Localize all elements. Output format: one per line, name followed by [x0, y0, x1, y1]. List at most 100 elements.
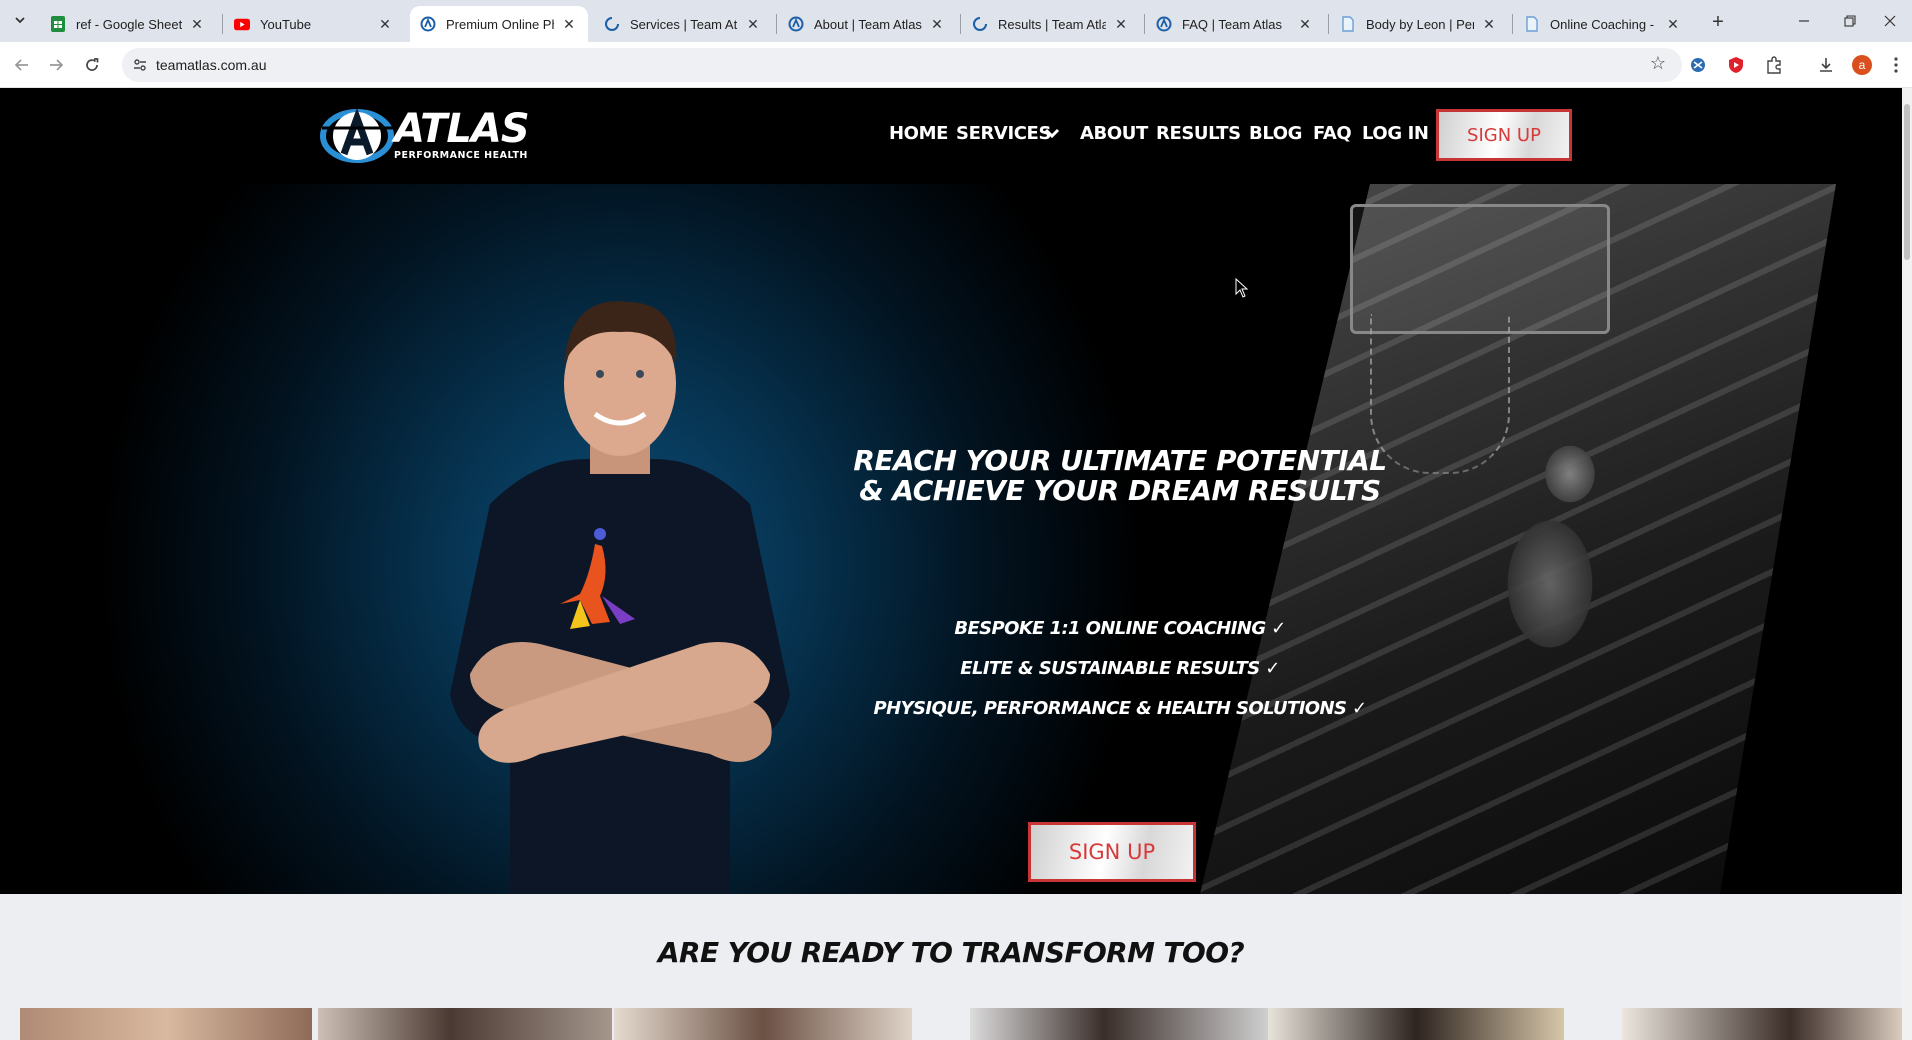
sheets-icon	[50, 16, 66, 32]
header-sign-up-button[interactable]: SIGN UP	[1436, 109, 1572, 161]
close-tab-icon[interactable]: ✕	[928, 16, 946, 33]
transformation-gallery	[0, 1008, 1902, 1040]
logo-tagline: PERFORMANCE HEALTH	[394, 149, 528, 161]
website-viewport: ATLAS PERFORMANCE HEALTH HOME SERVICES A…	[0, 88, 1902, 1040]
chevron-down-icon[interactable]	[1044, 126, 1060, 145]
tab-title: Results | Team Atlas	[998, 16, 1106, 32]
tab-about-team-atlas[interactable]: About | Team Atlas ✕	[778, 6, 956, 42]
transformation-photo[interactable]	[318, 1008, 612, 1040]
tab-divider	[1328, 14, 1329, 34]
transformation-photo[interactable]	[970, 1008, 1268, 1040]
hero-headline: REACH YOUR ULTIMATE POTENTIAL & ACHIEVE …	[840, 446, 1400, 506]
loading-spinner-icon	[604, 16, 620, 32]
bookmark-star-icon[interactable]: ☆	[1650, 53, 1666, 74]
youtube-icon	[234, 16, 250, 32]
hero-headline-line-1: REACH YOUR ULTIMATE POTENTIAL	[853, 444, 1387, 477]
atlas-icon	[1156, 16, 1172, 32]
tab-youtube[interactable]: YouTube ✕	[224, 6, 404, 42]
benefit-item: PHYSIQUE, PERFORMANCE & HEALTH SOLUTIONS…	[873, 698, 1368, 719]
hero-sign-up-button[interactable]: SIGN UP	[1028, 822, 1196, 882]
close-tab-icon[interactable]: ✕	[1112, 16, 1130, 33]
tab-divider	[1144, 14, 1145, 34]
atlas-icon	[420, 16, 436, 32]
logo-wordmark: ATLAS	[394, 105, 530, 152]
transformation-photo[interactable]	[614, 1008, 912, 1040]
tab-title: FAQ | Team Atlas	[1182, 16, 1282, 32]
tab-title: Premium Online Phys	[446, 16, 554, 32]
hero-headline-line-2: & ACHIEVE YOUR DREAM RESULTS	[859, 474, 1381, 507]
page-icon	[1524, 16, 1540, 32]
url-text: teamatlas.com.au	[156, 57, 267, 73]
restore-icon[interactable]	[1828, 6, 1872, 36]
extension-shield-icon[interactable]	[1724, 53, 1748, 77]
close-tab-icon[interactable]: ✕	[1296, 16, 1314, 33]
transform-section: ARE YOU READY TO TRANSFORM TOO?	[0, 894, 1902, 1040]
site-info-icon[interactable]	[130, 55, 150, 75]
nav-services[interactable]: SERVICES	[956, 123, 1051, 144]
tab-online-coaching[interactable]: Online Coaching - Bo ✕	[1514, 6, 1692, 42]
forward-arrow-icon[interactable]	[42, 51, 70, 79]
close-tab-icon[interactable]: ✕	[1480, 16, 1498, 33]
nav-faq[interactable]: FAQ	[1313, 123, 1352, 144]
new-tab-plus-icon[interactable]: +	[1704, 8, 1732, 36]
back-arrow-icon[interactable]	[8, 51, 36, 79]
transformation-photo[interactable]	[1622, 1008, 1902, 1040]
benefit-item: BESPOKE 1:1 ONLINE COACHING ✓	[954, 618, 1286, 639]
close-tab-icon[interactable]: ✕	[1664, 16, 1682, 33]
atlas-logo[interactable]: ATLAS PERFORMANCE HEALTH	[320, 105, 530, 164]
profile-avatar[interactable]: a	[1850, 53, 1874, 77]
tab-faq-team-atlas[interactable]: FAQ | Team Atlas ✕	[1146, 6, 1324, 42]
tab-title: ref - Google Sheets	[76, 16, 182, 32]
atlas-logo-emblem-icon	[320, 107, 394, 163]
tab-divider	[222, 14, 223, 34]
minimize-icon[interactable]	[1782, 6, 1826, 36]
tab-results-team-atlas[interactable]: Results | Team Atlas ✕	[962, 6, 1140, 42]
nav-home[interactable]: HOME	[889, 123, 948, 144]
dunking-athlete-figure	[1440, 334, 1660, 854]
transformation-photo[interactable]	[20, 1008, 312, 1040]
tab-premium-online-phys[interactable]: Premium Online Phys ✕	[410, 6, 588, 42]
tab-title: Body by Leon | Perso	[1366, 16, 1474, 32]
nav-results[interactable]: RESULTS	[1156, 123, 1241, 144]
tab-title: Online Coaching - Bo	[1550, 16, 1658, 32]
browser-toolbar: teamatlas.com.au ☆ a	[0, 42, 1912, 88]
transform-heading: ARE YOU READY TO TRANSFORM TOO?	[657, 936, 1245, 969]
page-icon	[1340, 16, 1356, 32]
tab-services-team-atlas[interactable]: Services | Team Atlas ✕	[594, 6, 772, 42]
tab-title: Services | Team Atlas	[630, 16, 738, 32]
close-tab-icon[interactable]: ✕	[744, 16, 762, 33]
download-icon[interactable]	[1814, 53, 1838, 77]
scrollbar-thumb[interactable]	[1904, 104, 1910, 260]
kebab-menu-icon[interactable]	[1888, 53, 1904, 77]
loading-spinner-icon	[972, 16, 988, 32]
site-header: ATLAS PERFORMANCE HEALTH HOME SERVICES A…	[0, 88, 1902, 184]
page-scrollbar[interactable]	[1902, 88, 1912, 1040]
tab-search-chevron-icon[interactable]	[8, 8, 32, 32]
coach-portrait	[450, 301, 790, 894]
close-tab-icon[interactable]: ✕	[376, 16, 394, 33]
nav-blog[interactable]: BLOG	[1249, 123, 1302, 144]
nav-log-in[interactable]: LOG IN	[1362, 123, 1429, 144]
close-tab-icon[interactable]: ✕	[188, 16, 206, 33]
tab-divider	[776, 14, 777, 34]
transformation-photo[interactable]	[1268, 1008, 1564, 1040]
close-tab-icon[interactable]: ✕	[560, 16, 578, 33]
benefit-item: ELITE & SUSTAINABLE RESULTS ✓	[960, 658, 1280, 679]
hero-section: REACH YOUR ULTIMATE POTENTIAL & ACHIEVE …	[0, 184, 1902, 894]
nav-about[interactable]: ABOUT	[1080, 123, 1148, 144]
reload-icon[interactable]	[78, 51, 106, 79]
profile-initial: a	[1858, 58, 1866, 72]
mouse-cursor-icon	[1235, 278, 1249, 298]
tab-body-by-leon[interactable]: Body by Leon | Perso ✕	[1330, 6, 1508, 42]
tab-divider	[960, 14, 961, 34]
tab-divider	[1512, 14, 1513, 34]
tab-ref-google-sheets[interactable]: ref - Google Sheets ✕	[40, 6, 216, 42]
close-window-icon[interactable]	[1868, 6, 1912, 36]
tab-title: YouTube	[260, 16, 312, 32]
extension-globe-icon[interactable]	[1686, 53, 1710, 77]
extensions-puzzle-icon[interactable]	[1762, 53, 1786, 77]
browser-tab-bar: ref - Google Sheets ✕ YouTube ✕ Premium …	[0, 0, 1912, 42]
tab-title: About | Team Atlas	[814, 16, 922, 32]
address-bar[interactable]: teamatlas.com.au ☆	[122, 48, 1682, 82]
atlas-icon	[788, 16, 804, 32]
